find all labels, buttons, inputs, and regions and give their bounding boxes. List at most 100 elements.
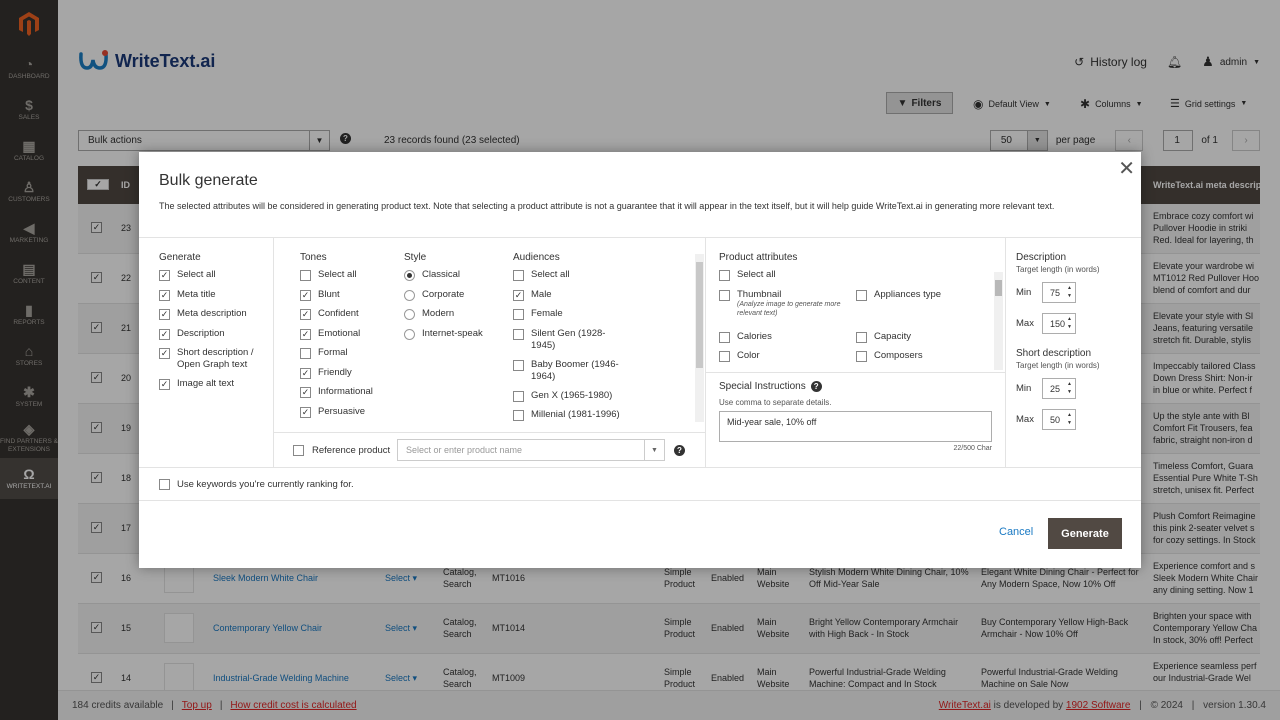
- attr-color[interactable]: Color: [719, 350, 760, 370]
- keywords-checkbox[interactable]: [159, 479, 170, 490]
- tones-option-label: Persuasive: [318, 405, 365, 417]
- cancel-button[interactable]: Cancel: [999, 526, 1033, 538]
- attr-capacity-checkbox[interactable]: [856, 331, 867, 343]
- generate-option[interactable]: ✓ Meta title: [159, 289, 273, 309]
- description-min-input[interactable]: 75 ▲ ▼: [1042, 282, 1076, 303]
- generate-option-label: Meta description: [177, 308, 247, 319]
- generate-option-label: Short description / Open Graph text: [177, 347, 254, 370]
- generate-option[interactable]: ✓ Meta description: [159, 308, 273, 328]
- style-radio[interactable]: [404, 270, 415, 281]
- attr-calories-label: Calories: [737, 330, 772, 342]
- generate-option[interactable]: ✓ Description: [159, 328, 273, 348]
- audiences-option[interactable]: Gen X (1965-1980): [513, 390, 633, 410]
- generate-option[interactable]: ✓ Select all: [159, 269, 273, 289]
- attr-select-all[interactable]: Select all: [719, 269, 999, 289]
- style-radio[interactable]: [404, 309, 415, 320]
- tones-checkbox[interactable]: ✓: [300, 309, 311, 320]
- length-section: Description Target length (in words) Min…: [1006, 237, 1141, 467]
- audiences-option[interactable]: Select all: [513, 269, 633, 289]
- attr-appliances-label: Appliances type: [874, 288, 942, 300]
- tones-option[interactable]: Formal: [300, 347, 400, 367]
- generate-option[interactable]: ✓ Image alt text: [159, 378, 273, 398]
- modal-title: Bulk generate: [159, 172, 258, 189]
- generate-checkbox[interactable]: ✓: [159, 328, 170, 340]
- tones-checkbox[interactable]: ✓: [300, 289, 311, 301]
- short-max-input[interactable]: 50 ▲ ▼: [1042, 409, 1076, 430]
- stepper-icon[interactable]: ▲ ▼: [1067, 315, 1072, 331]
- attr-color-checkbox[interactable]: [719, 350, 730, 362]
- help-icon[interactable]: ?: [810, 381, 822, 392]
- audiences-checkbox[interactable]: [513, 328, 524, 340]
- reference-product-row: Reference product Select or enter produc…: [274, 432, 706, 467]
- tones-option[interactable]: ✓ Blunt: [300, 289, 400, 309]
- generate-option-label: Select all: [177, 269, 216, 280]
- audiences-scrollbar[interactable]: [695, 254, 704, 422]
- attr-thumbnail-checkbox[interactable]: [719, 289, 730, 301]
- tones-checkbox[interactable]: ✓: [300, 406, 311, 418]
- short-max-label: Max: [1016, 414, 1034, 425]
- attributes-scrollbar[interactable]: [994, 272, 1003, 370]
- style-option[interactable]: Modern: [404, 308, 504, 328]
- audiences-checkbox[interactable]: ✓: [513, 289, 524, 301]
- tones-option[interactable]: ✓ Informational: [300, 386, 400, 406]
- audiences-option[interactable]: ✓ Male: [513, 289, 633, 309]
- tones-checkbox[interactable]: ✓: [300, 387, 311, 398]
- generate-checkbox[interactable]: ✓: [159, 270, 170, 281]
- generate-checkbox[interactable]: ✓: [159, 289, 170, 301]
- attr-thumbnail[interactable]: Thumbnail (Analyze image to generate mor…: [719, 289, 857, 318]
- stepper-icon[interactable]: ▲ ▼: [1067, 380, 1072, 396]
- audiences-option[interactable]: Female: [513, 308, 633, 328]
- short-min-input[interactable]: 25 ▲ ▼: [1042, 378, 1076, 399]
- help-icon[interactable]: ?: [674, 445, 685, 456]
- generate-button[interactable]: Generate: [1048, 518, 1122, 549]
- generate-checkbox[interactable]: ✓: [159, 379, 170, 390]
- stepper-icon[interactable]: ▲ ▼: [1067, 284, 1072, 300]
- style-radio[interactable]: [404, 289, 415, 301]
- style-option[interactable]: Corporate: [404, 289, 504, 309]
- style-option[interactable]: Classical: [404, 269, 504, 289]
- attr-select-all-checkbox[interactable]: [719, 270, 730, 281]
- attr-composers[interactable]: Composers: [856, 350, 923, 370]
- description-max-value: 150: [1050, 318, 1066, 329]
- tones-option[interactable]: ✓ Emotional: [300, 328, 400, 348]
- tone-style-audience-section: Tones Select all ✓ Blunt ✓ Confident ✓ Emotion…: [274, 237, 706, 432]
- tones-checkbox[interactable]: ✓: [300, 367, 311, 379]
- keywords-option[interactable]: Use keywords you're currently ranking fo…: [159, 479, 354, 490]
- reference-product-checkbox[interactable]: [293, 445, 304, 456]
- stepper-icon[interactable]: ▲ ▼: [1067, 411, 1072, 427]
- tones-option-label: Emotional: [318, 327, 361, 339]
- generate-checkbox[interactable]: ✓: [159, 309, 170, 320]
- attr-calories-checkbox[interactable]: [719, 331, 730, 343]
- tones-option[interactable]: Select all: [300, 269, 400, 289]
- style-option-label: Modern: [422, 308, 455, 319]
- audiences-checkbox[interactable]: [513, 270, 524, 281]
- tones-checkbox[interactable]: [300, 348, 311, 359]
- attr-capacity[interactable]: Capacity: [856, 331, 911, 351]
- attr-appliances-checkbox[interactable]: [856, 289, 867, 301]
- tones-option[interactable]: ✓ Friendly: [300, 367, 400, 387]
- reference-product-label: Reference product: [312, 445, 391, 456]
- short-min-value: 25: [1050, 383, 1061, 394]
- tones-option[interactable]: ✓ Persuasive: [300, 406, 400, 426]
- tones-option[interactable]: ✓ Confident: [300, 308, 400, 328]
- audiences-option[interactable]: Silent Gen (1928-1945): [513, 328, 633, 359]
- close-icon[interactable]: ✕: [1118, 156, 1135, 181]
- reference-product-input[interactable]: Select or enter product name ▼: [397, 439, 665, 461]
- tones-checkbox[interactable]: ✓: [300, 328, 311, 340]
- style-option[interactable]: Internet-speak: [404, 328, 504, 348]
- generate-checkbox[interactable]: ✓: [159, 348, 170, 359]
- audiences-checkbox[interactable]: [513, 359, 524, 371]
- attr-appliances[interactable]: Appliances type: [856, 289, 941, 301]
- description-max-input[interactable]: 150 ▲ ▼: [1042, 313, 1076, 334]
- audiences-checkbox[interactable]: [513, 309, 524, 320]
- audiences-option[interactable]: Millenial (1981-1996): [513, 409, 633, 428]
- attr-calories[interactable]: Calories: [719, 331, 772, 351]
- style-radio[interactable]: [404, 328, 415, 340]
- audiences-checkbox[interactable]: [513, 410, 524, 421]
- audiences-checkbox[interactable]: [513, 390, 524, 402]
- audiences-option[interactable]: Baby Boomer (1946-1964): [513, 359, 633, 390]
- special-instructions-textarea[interactable]: Mid-year sale, 10% off: [719, 411, 992, 442]
- tones-checkbox[interactable]: [300, 270, 311, 281]
- generate-option[interactable]: ✓ Short description / Open Graph text: [159, 347, 273, 378]
- attr-composers-checkbox[interactable]: [856, 350, 867, 362]
